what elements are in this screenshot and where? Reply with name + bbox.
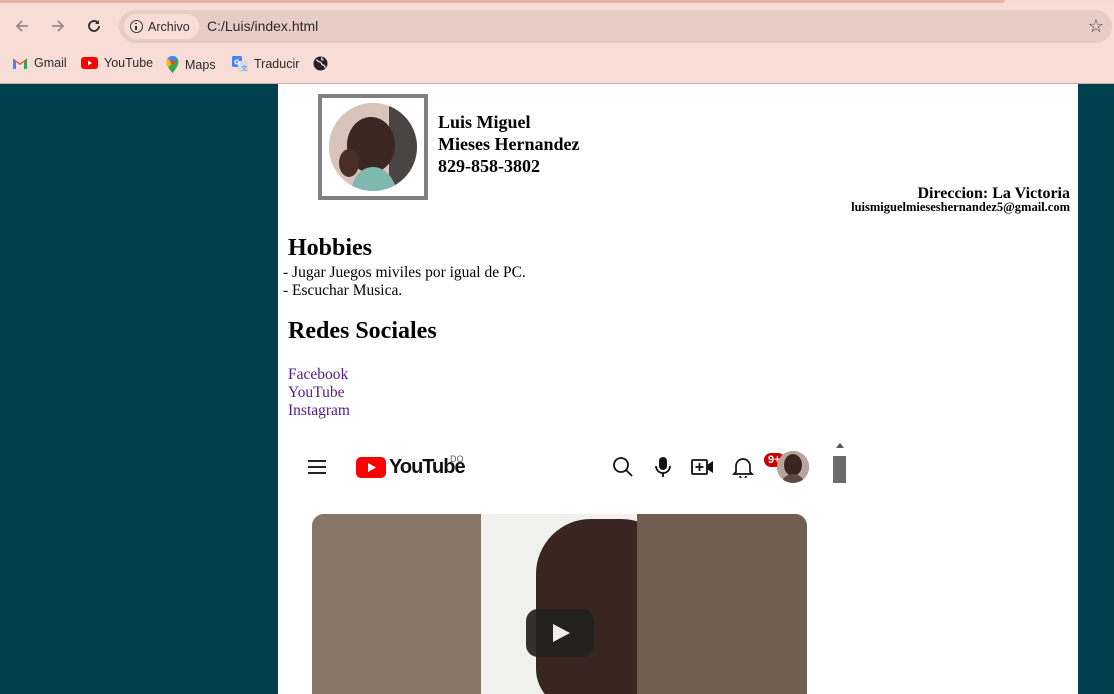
arrow-left-icon	[15, 20, 28, 32]
translate-icon: G文	[232, 56, 248, 72]
video-frame	[481, 514, 676, 694]
email-text: luismiguelmieseshernandez5@gmail.com	[851, 200, 1070, 214]
account-avatar[interactable]	[777, 451, 809, 483]
create-video-icon[interactable]	[691, 456, 715, 478]
youtube-logo[interactable]: YouTube	[356, 456, 466, 479]
hobbies-heading: Hobbies	[288, 235, 373, 261]
youtube-icon	[81, 57, 98, 69]
profile-name-block: Luis Miguel Mieses Hernandez 829-858-380…	[438, 111, 579, 177]
hobby-item: - Escuchar Musica.	[283, 282, 403, 299]
bookmark-label: Gmail	[34, 56, 67, 70]
url-text[interactable]: C:/Luis/index.html	[207, 18, 318, 34]
scrollbar-up-arrow[interactable]	[836, 443, 844, 448]
person-portrait-icon	[329, 103, 417, 191]
site-chip-label: Archivo	[148, 19, 190, 34]
social-heading: Redes Sociales	[288, 318, 437, 344]
arrow-right-icon	[52, 20, 65, 32]
hobby-item: - Jugar Juegos miviles por igual de PC.	[283, 264, 526, 281]
youtube-embed: YouTube DO 9+	[298, 439, 858, 694]
country-code: DO	[450, 454, 464, 464]
browser-toolbar: Archivo C:/Luis/index.html ☆	[0, 3, 1114, 48]
gmail-icon	[13, 58, 27, 69]
person-avatar-icon	[777, 451, 809, 483]
bookmark-label: Traducir	[254, 57, 300, 71]
notifications-bell-icon[interactable]	[732, 456, 754, 478]
bookmark-maps[interactable]: Maps	[166, 56, 216, 73]
name-line-2: Mieses Hernandez	[438, 134, 580, 154]
bookmark-globe[interactable]	[313, 56, 328, 71]
phone-number: 829-858-3802	[438, 156, 540, 176]
svg-text:G: G	[234, 59, 240, 67]
maps-icon	[166, 56, 179, 73]
back-button[interactable]	[9, 13, 35, 39]
youtube-play-logo-icon	[356, 457, 386, 478]
forward-button[interactable]	[45, 13, 71, 39]
svg-text:文: 文	[241, 63, 248, 72]
hamburger-menu-icon[interactable]	[308, 460, 326, 478]
profile-photo-frame	[318, 94, 428, 200]
bookmark-star-icon[interactable]: ☆	[1088, 16, 1104, 36]
bookmark-label: YouTube	[104, 56, 154, 70]
reload-button[interactable]	[81, 13, 107, 39]
address-bar[interactable]: Archivo C:/Luis/index.html ☆	[119, 10, 1112, 43]
globe-icon	[313, 56, 328, 71]
facebook-link[interactable]: Facebook	[288, 366, 348, 384]
bookmark-gmail[interactable]: Gmail	[12, 56, 67, 70]
video-blur-right	[637, 514, 807, 694]
youtube-link[interactable]: YouTube	[288, 384, 344, 402]
name-line-1: Luis Miguel	[438, 112, 531, 132]
bookmarks-bar: Gmail YouTube Maps G文 Traducir	[0, 48, 1114, 84]
reload-icon	[88, 20, 100, 32]
profile-photo	[329, 103, 417, 191]
scrollbar-thumb[interactable]	[833, 456, 846, 483]
bookmark-youtube[interactable]: YouTube	[81, 56, 153, 70]
site-info-chip[interactable]: Archivo	[124, 14, 199, 39]
microphone-icon[interactable]	[653, 456, 673, 478]
play-button-icon[interactable]	[526, 609, 594, 657]
search-icon[interactable]	[612, 456, 634, 478]
video-player[interactable]	[312, 514, 807, 694]
page-card: Luis Miguel Mieses Hernandez 829-858-380…	[278, 84, 1078, 694]
instagram-link[interactable]: Instagram	[288, 402, 350, 420]
bookmark-traducir[interactable]: G文 Traducir	[232, 56, 299, 72]
bookmark-label: Maps	[185, 57, 216, 72]
info-icon	[130, 20, 143, 33]
video-blur-left	[312, 514, 481, 694]
